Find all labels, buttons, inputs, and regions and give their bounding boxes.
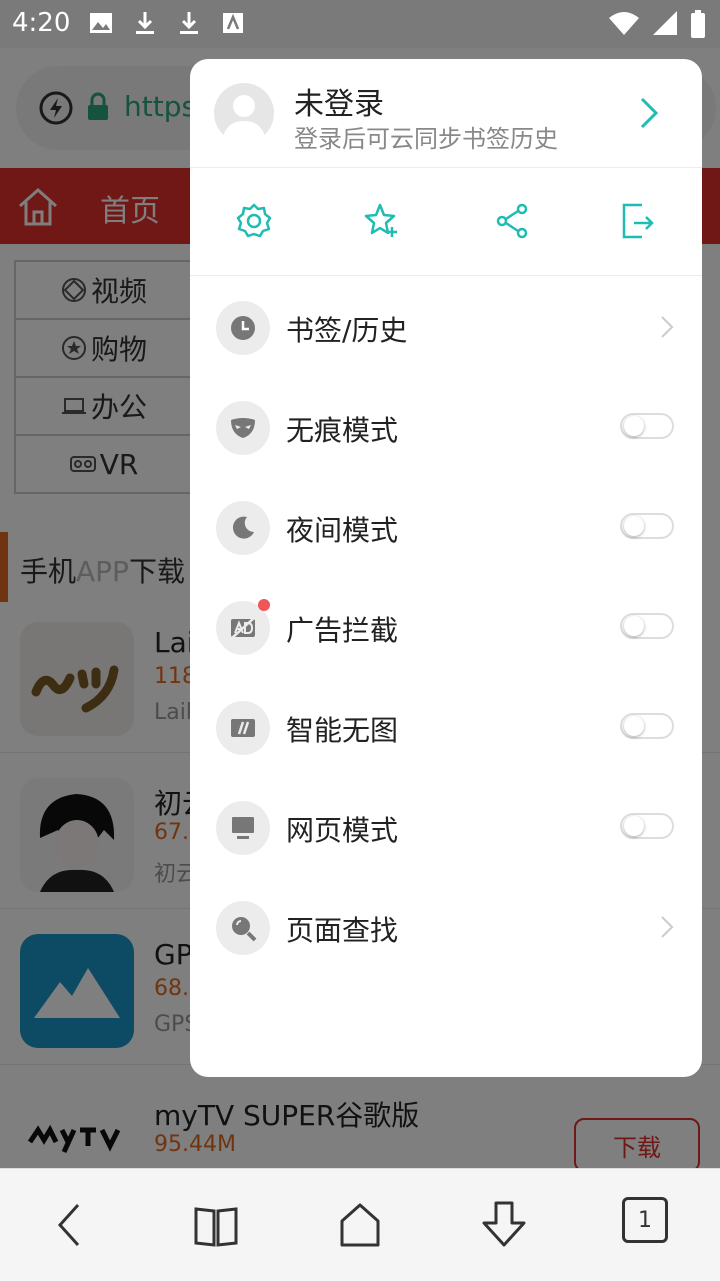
night-mode-toggle[interactable] [620,513,674,539]
back-icon[interactable] [44,1199,96,1251]
tabs-button[interactable]: 1 [622,1197,668,1243]
status-system-icons [608,10,706,42]
incognito-toggle[interactable] [620,413,674,439]
user-login-hint: 登录后可云同步书签历史 [294,125,558,153]
add-bookmark-star-icon[interactable] [362,201,402,241]
download-notification-icon-2 [176,10,202,36]
desktop-mode-toggle[interactable] [620,813,674,839]
menu-item-bookmarks-history[interactable]: 书签/历史 [190,277,702,377]
menu-item-incognito[interactable]: 无痕模式 [190,377,702,477]
wifi-icon [608,10,640,42]
ad-block-toggle[interactable] [620,613,674,639]
menu-item-find-in-page[interactable]: 页面查找 [190,877,702,977]
download-nav-icon[interactable] [478,1199,530,1251]
bottom-toolbar: 1 [0,1168,720,1281]
share-icon[interactable] [492,201,532,241]
menu-item-night-mode[interactable]: 夜间模式 [190,477,702,577]
battery-icon [690,10,706,42]
app-notification-icon [220,10,246,36]
no-images-toggle[interactable] [620,713,674,739]
menu-item-no-images[interactable]: 智能无图 [190,677,702,777]
chevron-right-icon [640,97,659,129]
monitor-icon [216,801,270,855]
status-notification-icons [88,10,246,36]
user-name: 未登录 [294,87,384,122]
clock-icon [216,301,270,355]
download-notification-icon [132,10,158,36]
moon-icon [216,501,270,555]
settings-gear-icon[interactable] [234,201,274,241]
home-nav-icon[interactable] [334,1199,386,1251]
image-notification-icon [88,10,114,36]
menu-item-label: 智能无图 [286,714,399,747]
signal-icon [652,10,678,42]
menu-item-label: 无痕模式 [286,414,399,447]
menu-item-desktop-mode[interactable]: 网页模式 [190,777,702,877]
browser-menu-panel: 未登录 登录后可云同步书签历史 书签/历史 无痕模式 夜间模式 广告拦截 智能无… [190,59,702,1077]
chevron-right-icon [661,916,674,938]
quick-actions [190,167,702,276]
chevron-right-icon [661,316,674,338]
no-image-icon [216,701,270,755]
status-bar: 4:20 [0,0,720,48]
user-login-row[interactable]: 未登录 登录后可云同步书签历史 [190,59,702,168]
bookmarks-book-icon[interactable] [190,1199,242,1251]
menu-item-label: 书签/历史 [286,314,408,347]
exit-icon[interactable] [618,201,658,241]
search-icon [216,901,270,955]
status-time: 4:20 [12,8,71,38]
mask-icon [216,401,270,455]
notification-dot [258,599,270,611]
menu-item-label: 广告拦截 [286,614,399,647]
menu-item-label: 页面查找 [286,914,399,947]
menu-item-label: 网页模式 [286,814,399,847]
menu-item-label: 夜间模式 [286,514,399,547]
avatar [214,83,274,143]
tab-count: 1 [638,1207,652,1233]
menu-item-ad-block[interactable]: 广告拦截 [190,577,702,677]
